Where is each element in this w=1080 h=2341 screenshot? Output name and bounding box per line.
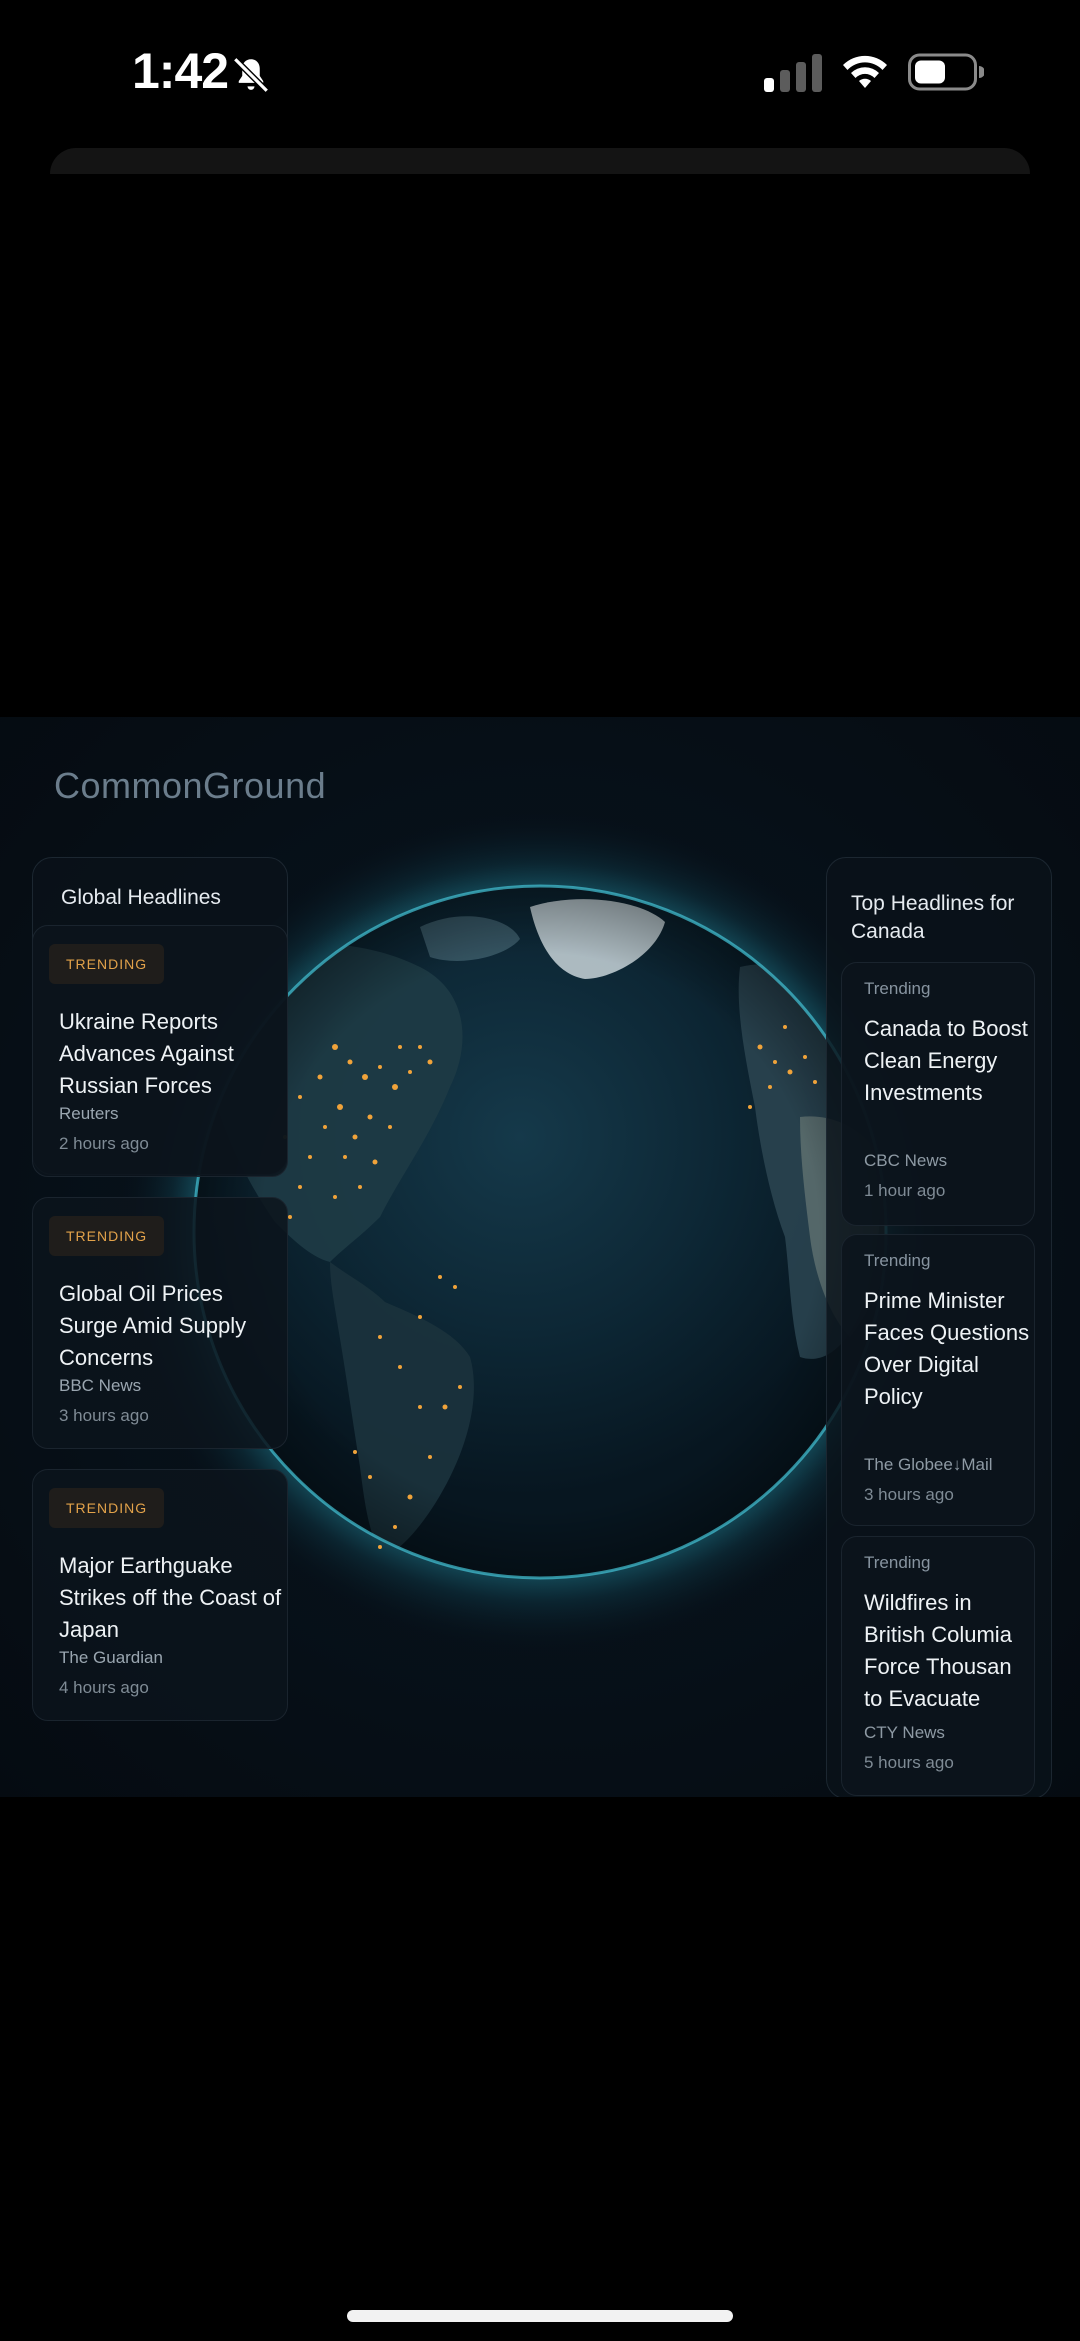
headline-source: The Guardian [59,1648,163,1667]
status-bar: 1:42 [0,0,1080,140]
canada-headlines-title: Top Headlines for Canada [851,892,1015,943]
headline-source: Reuters [59,1104,119,1123]
headline-card[interactable]: Trending Prime Minister Faces Questions … [841,1234,1035,1526]
home-indicator[interactable] [347,2310,733,2322]
trending-badge: TRENDING [49,1216,165,1256]
trending-tag: Trending [864,979,931,998]
canada-headlines-panel: Top Headlines for Canada Trending Canada… [826,857,1052,1797]
headline-title: Prime Minister Faces Questions Over Digi… [864,1288,1030,1409]
trending-tag: Trending [864,1553,931,1572]
status-time: 1:42 [132,43,229,99]
headline-age: 3 hours ago [864,1485,954,1504]
cellular-signal-icon [764,54,822,92]
wifi-icon [843,55,887,88]
headline-age: 1 hour ago [864,1181,946,1200]
headline-source: CBC News [864,1151,948,1170]
bell-off-icon [233,57,269,93]
headline-age: 4 hours ago [59,1678,149,1697]
headline-title: Global Oil Prices Surge Amid Supply Conc… [59,1281,247,1370]
headline-source: BBC News [59,1376,142,1395]
headline-card[interactable]: Trending Wildfires in British Columia Fo… [841,1536,1035,1796]
headline-source: The Globee↓Mail [864,1455,993,1474]
global-headlines-title: Global Headlines [61,886,221,909]
headline-card[interactable]: TRENDING Major Earthguake Strikes off th… [32,1469,288,1721]
headline-age: 2 hours ago [59,1134,149,1153]
global-headlines-panel: Global Headlines TRENDING Ukraine Report… [32,857,288,1757]
headline-age: 3 hours ago [59,1406,149,1425]
news-stage: CommonGround Global Headlines TRENDING U… [0,717,1080,1797]
headline-title: Ukraine Reports Advances Against Russian… [59,1009,234,1098]
sheet-handle-area [50,148,1030,174]
trending-badge: TRENDING [49,944,165,984]
app-brand: CommonGround [54,765,327,806]
headline-age: 5 hours ago [864,1753,954,1772]
trending-tag: Trending [864,1251,931,1270]
headline-title: Major Earthguake Strikes off the Coast o… [59,1553,282,1642]
battery-icon [908,53,984,91]
headline-card[interactable]: TRENDING Ukraine Reports Advances Agains… [32,925,288,1177]
trending-badge: TRENDING [49,1488,165,1528]
headline-card[interactable]: TRENDING Global Oil Prices Surge Amid Su… [32,1197,288,1449]
headline-card[interactable]: Trending Canada to Boost Clean Energy In… [841,962,1035,1226]
headline-source: CTY News [864,1723,945,1742]
headline-title: Canada to Boost Clean Energy Investments [864,1016,1028,1105]
headline-title: Wildfires in British Columia Force Thous… [864,1590,1012,1711]
